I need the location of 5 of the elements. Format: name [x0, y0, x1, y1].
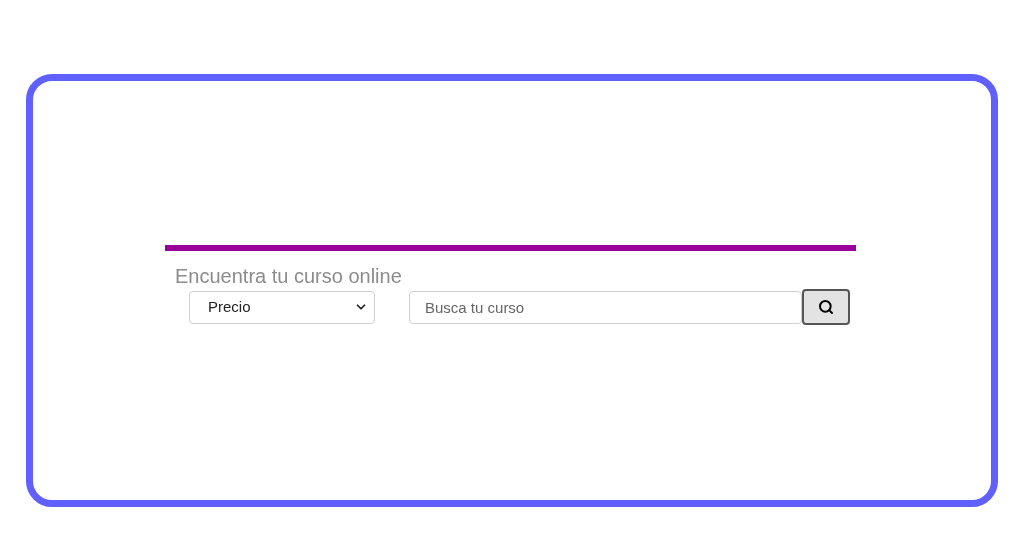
search-icon: [818, 299, 834, 315]
price-select[interactable]: Precio: [189, 290, 375, 324]
search-field[interactable]: Busca tu curso: [409, 290, 802, 324]
section-heading: Encuentra tu curso online: [175, 265, 403, 287]
search-button[interactable]: [802, 289, 850, 325]
